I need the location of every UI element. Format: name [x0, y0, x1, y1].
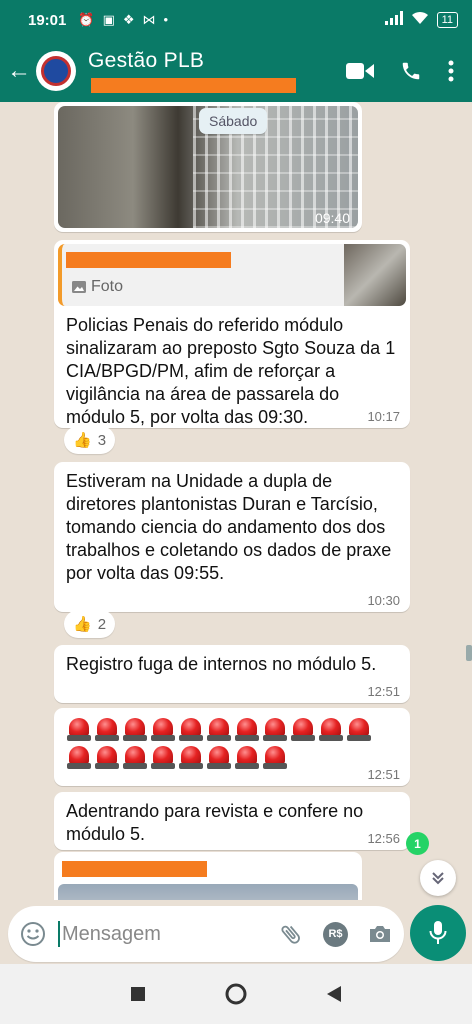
siren-emoji-row	[54, 708, 384, 770]
chat-messages[interactable]: 09:40 Sábado Foto Policias Penais do ref…	[0, 102, 472, 900]
group-logo	[41, 56, 71, 86]
recents-icon[interactable]	[131, 987, 145, 1001]
siren-emoji	[150, 716, 176, 742]
attach-icon[interactable]	[279, 922, 303, 946]
emoji-icon[interactable]	[20, 921, 46, 947]
message-time: 10:17	[367, 409, 400, 424]
message-input[interactable]: Mensagem	[58, 921, 279, 947]
message-text: Estiveram na Unidade a dupla de diretore…	[66, 471, 392, 583]
quoted-message[interactable]: Foto	[58, 244, 406, 306]
thumbs-up-icon: 👍	[73, 616, 92, 633]
siren-emoji	[262, 744, 288, 770]
siren-emoji	[66, 744, 92, 770]
message-composer: Mensagem R$	[8, 906, 404, 962]
siren-emoji	[122, 716, 148, 742]
app-notification-icon: ▣	[102, 12, 115, 27]
unread-count-badge: 1	[406, 832, 429, 855]
reaction-badge[interactable]: 👍 3	[64, 426, 116, 454]
mic-icon	[429, 921, 447, 944]
wifi-icon	[411, 11, 429, 29]
back-arrow-icon[interactable]: ←	[2, 57, 36, 85]
dropbox-icon: ❖	[122, 12, 135, 27]
siren-emoji	[66, 716, 92, 742]
text-message[interactable]: Registro fuga de internos no módulo 5. 1…	[54, 645, 410, 703]
siren-emoji	[234, 716, 260, 742]
siren-emoji	[346, 716, 372, 742]
siren-emoji	[178, 716, 204, 742]
back-icon[interactable]	[327, 986, 341, 1002]
siren-emoji	[234, 744, 260, 770]
message-time: 12:56	[367, 831, 400, 846]
status-time: 19:01	[28, 11, 67, 29]
scroll-to-bottom-button[interactable]	[420, 860, 456, 896]
double-chevron-down-icon	[432, 872, 444, 885]
edge-handle[interactable]	[466, 645, 472, 661]
siren-emoji	[290, 716, 316, 742]
group-avatar[interactable]	[36, 51, 76, 91]
home-icon[interactable]	[225, 983, 247, 1005]
status-bar: 19:01 ⏰ ▣ ❖ ⋈ • 11	[0, 0, 472, 40]
battery-icon: 11	[436, 12, 458, 28]
photo-icon	[72, 281, 86, 293]
alarm-icon: ⏰	[78, 12, 95, 27]
mic-button[interactable]	[410, 905, 466, 961]
image-message-partial[interactable]	[54, 852, 362, 900]
status-notification-icons: ⏰ ▣ ❖ ⋈ •	[78, 12, 168, 28]
reaction-count: 2	[97, 615, 107, 633]
message-time: 12:51	[367, 684, 400, 699]
chat-title-area[interactable]: Gestão PLB	[88, 49, 346, 93]
reply-message[interactable]: Foto Policias Penais do referido módulo …	[54, 240, 410, 428]
message-time: 09:40	[314, 210, 350, 226]
reaction-count: 3	[97, 431, 107, 449]
redacted-author	[66, 252, 231, 268]
siren-emoji	[262, 716, 288, 742]
signal-icon	[384, 11, 403, 29]
composer-actions: R$	[279, 921, 392, 947]
thumbs-up-icon: 👍	[73, 432, 92, 449]
header-actions	[346, 60, 454, 82]
system-nav-bar	[0, 964, 472, 1024]
siren-emoji	[206, 716, 232, 742]
reaction-badge[interactable]: 👍 2	[64, 610, 116, 638]
network-share-icon: ⋈	[142, 12, 156, 27]
text-message[interactable]: Estiveram na Unidade a dupla de diretore…	[54, 462, 410, 612]
siren-emoji	[94, 744, 120, 770]
emoji-message[interactable]: 12:51	[54, 708, 410, 786]
quoted-thumbnail	[344, 244, 406, 306]
camera-icon[interactable]	[368, 924, 392, 944]
status-system-icons: 11	[384, 11, 458, 29]
message-text: Adentrando para revista e confere no mód…	[66, 801, 364, 844]
message-time: 12:51	[367, 767, 400, 782]
payment-icon[interactable]: R$	[323, 921, 348, 947]
message-photo[interactable]	[58, 884, 358, 900]
voice-call-icon[interactable]	[400, 60, 422, 82]
siren-emoji	[318, 716, 344, 742]
siren-emoji	[122, 744, 148, 770]
chat-header: ← Gestão PLB	[0, 40, 472, 102]
chat-title: Gestão PLB	[88, 49, 205, 72]
siren-emoji	[178, 744, 204, 770]
video-call-icon[interactable]	[346, 61, 374, 81]
more-options-icon[interactable]	[448, 60, 454, 82]
quoted-photo-label: Foto	[72, 278, 123, 296]
message-time: 10:30	[367, 593, 400, 608]
siren-emoji	[150, 744, 176, 770]
message-text: Policias Penais do referido módulo sinal…	[66, 315, 396, 427]
siren-emoji	[206, 744, 232, 770]
dot-icon: •	[163, 12, 169, 27]
siren-emoji	[94, 716, 120, 742]
redacted-author	[62, 861, 207, 877]
message-text: Registro fuga de internos no módulo 5.	[66, 654, 377, 674]
redacted-subtitle	[91, 78, 296, 93]
day-separator: Sábado	[199, 108, 268, 134]
quoted-type: Foto	[91, 278, 124, 295]
text-message[interactable]: Adentrando para revista e confere no mód…	[54, 792, 410, 850]
